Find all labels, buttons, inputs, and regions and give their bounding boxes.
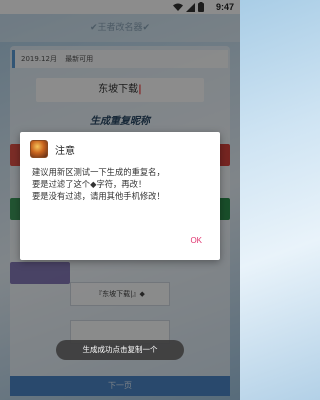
app-icon bbox=[30, 140, 48, 158]
dialog-title: 注意 bbox=[55, 145, 75, 157]
toast-message: 生成成功点击复制一个 bbox=[56, 340, 184, 360]
dialog-header: 注意 bbox=[30, 140, 75, 158]
ok-button[interactable]: OK bbox=[190, 236, 202, 245]
notice-dialog: 注意 建议用新区测试一下生成的重复名， 要是过滤了这个◆字符，再改！ 要是没有过… bbox=[20, 132, 220, 260]
dialog-message: 建议用新区测试一下生成的重复名， 要是过滤了这个◆字符，再改！ 要是没有过滤，请… bbox=[32, 167, 165, 201]
